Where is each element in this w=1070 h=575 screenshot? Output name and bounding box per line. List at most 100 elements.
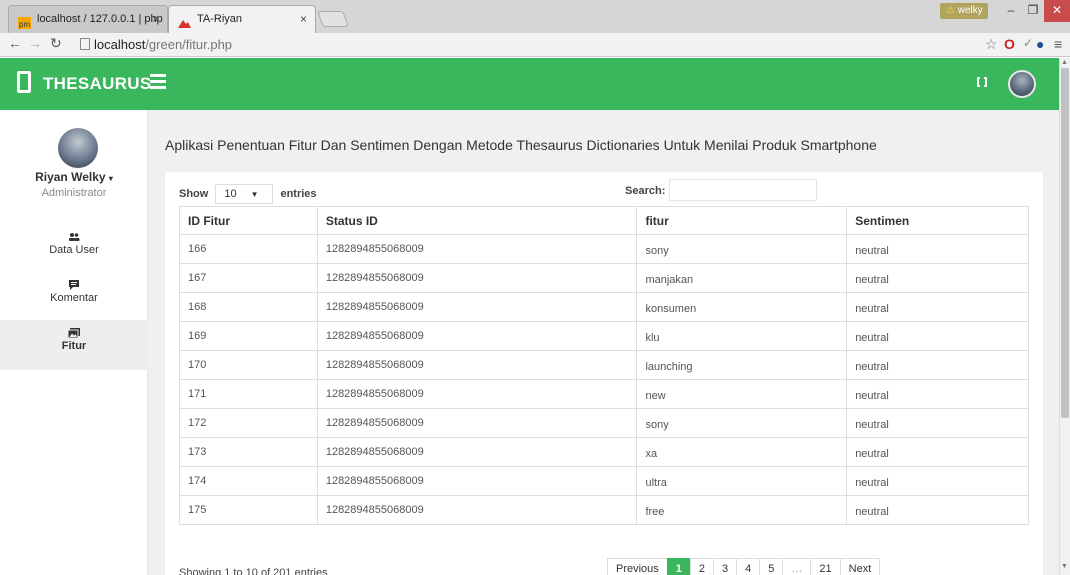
- sidebar-item-data-user[interactable]: Data User: [0, 224, 148, 274]
- pagination-page-3[interactable]: 3: [713, 558, 738, 575]
- address-bar[interactable]: localhost/green/fitur.php: [80, 35, 940, 55]
- window-close-button[interactable]: ✕: [1044, 0, 1070, 22]
- column-header-fitur[interactable]: fitur: [636, 206, 848, 235]
- pagination-previous[interactable]: Previous: [607, 558, 668, 575]
- fullscreen-icon[interactable]: [977, 76, 987, 88]
- scroll-up-icon[interactable]: ▲: [1061, 59, 1068, 66]
- check-icon[interactable]: ✓: [1023, 36, 1033, 50]
- pagination-page-5[interactable]: 5: [759, 558, 784, 575]
- pagination-page-1[interactable]: 1: [666, 558, 691, 575]
- cell-id-fitur: 169: [179, 321, 318, 351]
- scrollbar-thumb[interactable]: [1061, 68, 1069, 418]
- browser-toolbar: ← → ↻ localhost/green/fitur.php ☆ O ✓ ● …: [0, 33, 1070, 57]
- table-row: 173 1282894855068009 xa neutral: [179, 437, 1029, 467]
- column-header-status-id[interactable]: Status ID: [316, 206, 638, 235]
- star-icon[interactable]: ☆: [985, 36, 998, 53]
- length-show-label: Show: [179, 187, 209, 200]
- table-row: 174 1282894855068009 ultra neutral: [179, 466, 1029, 496]
- pagination-page-2[interactable]: 2: [689, 558, 715, 575]
- pagination-page-4[interactable]: 4: [736, 558, 761, 575]
- table-row: 167 1282894855068009 manjakan neutral: [179, 263, 1029, 293]
- users-icon: [68, 232, 80, 242]
- cell-sentimen: neutral: [846, 350, 1029, 380]
- length-entries-label: entries: [280, 187, 317, 200]
- cell-id-fitur: 174: [179, 466, 318, 496]
- table-row: 175 1282894855068009 free neutral: [179, 495, 1029, 525]
- browser-tab-ta-riyan[interactable]: TA-Riyan ×: [168, 5, 316, 33]
- page-title: Aplikasi Penentuan Fitur Dan Sentimen De…: [165, 137, 877, 153]
- cell-sentimen: neutral: [846, 379, 1029, 409]
- pagination-page-21[interactable]: 21: [810, 558, 841, 575]
- cell-fitur: konsumen: [636, 292, 848, 322]
- cell-sentimen: neutral: [846, 437, 1029, 467]
- column-header-sentimen[interactable]: Sentimen: [846, 206, 1029, 235]
- url-path: /green/fitur.php: [145, 37, 233, 52]
- table-header-row: ID Fitur Status ID fitur Sentimen: [179, 206, 1029, 235]
- opera-icon[interactable]: O: [1004, 36, 1015, 52]
- browser-tab-phpmyadmin[interactable]: pm localhost / 127.0.0.1 | php ×: [8, 5, 168, 33]
- caret-down-icon: ▾: [108, 174, 113, 183]
- comment-icon: [68, 280, 80, 290]
- cell-sentimen: neutral: [846, 408, 1029, 438]
- sidebar-item-label: Data User: [49, 244, 99, 256]
- cell-sentimen: neutral: [846, 292, 1029, 322]
- close-tab-icon[interactable]: ×: [152, 6, 159, 32]
- table-row: 166 1282894855068009 sony neutral: [179, 234, 1029, 264]
- search-input[interactable]: [669, 179, 817, 201]
- search-label: Search:: [625, 185, 666, 197]
- new-tab-button[interactable]: [317, 11, 349, 27]
- user-name: Riyan Welky: [35, 170, 106, 184]
- table-row: 168 1282894855068009 konsumen neutral: [179, 292, 1029, 322]
- pagination-next[interactable]: Next: [839, 558, 881, 575]
- header-avatar[interactable]: [1008, 70, 1036, 98]
- page-icon: [80, 38, 90, 50]
- cell-status-id: 1282894855068009: [316, 495, 638, 525]
- cell-id-fitur: 170: [179, 350, 318, 380]
- cell-fitur: sony: [636, 408, 848, 438]
- reload-icon[interactable]: ↻: [50, 35, 62, 52]
- hamburger-menu-icon[interactable]: [150, 74, 166, 89]
- table-row: 172 1282894855068009 sony neutral: [179, 408, 1029, 438]
- select-value: 10: [224, 188, 237, 200]
- minimize-button[interactable]: –: [1000, 0, 1022, 22]
- back-icon[interactable]: ←: [8, 35, 22, 51]
- cell-status-id: 1282894855068009: [316, 350, 638, 380]
- cell-id-fitur: 173: [179, 437, 318, 467]
- sidebar-item-label: Fitur: [61, 340, 87, 352]
- extension-icon[interactable]: ●: [1036, 36, 1044, 52]
- cell-status-id: 1282894855068009: [316, 321, 638, 351]
- brand-title[interactable]: THESAURUS: [43, 74, 152, 94]
- cell-id-fitur: 166: [179, 234, 318, 264]
- forward-icon[interactable]: →: [28, 35, 42, 51]
- pagination: Previous 1 2 3 4 5 … 21 Next: [607, 558, 881, 575]
- cell-status-id: 1282894855068009: [316, 263, 638, 293]
- user-name-dropdown[interactable]: Riyan Welky ▾: [0, 170, 148, 184]
- cell-sentimen: neutral: [846, 495, 1029, 525]
- chrome-menu-icon[interactable]: ≡: [1054, 36, 1062, 52]
- page-scrollbar[interactable]: ▲ ▼: [1059, 58, 1070, 575]
- cell-status-id: 1282894855068009: [316, 437, 638, 467]
- close-tab-icon[interactable]: ×: [300, 6, 307, 32]
- mountain-icon: [178, 13, 191, 28]
- cell-id-fitur: 172: [179, 408, 318, 438]
- cell-sentimen: neutral: [846, 263, 1029, 293]
- sidebar-item-komentar[interactable]: Komentar: [0, 272, 148, 322]
- sidebar-item-fitur[interactable]: Fitur: [0, 320, 148, 370]
- table-row: 171 1282894855068009 new neutral: [179, 379, 1029, 409]
- main-content: Aplikasi Penentuan Fitur Dan Sentimen De…: [148, 110, 1059, 575]
- user-role: Administrator: [41, 187, 107, 199]
- cell-fitur: klu: [636, 321, 848, 351]
- column-header-id-fitur[interactable]: ID Fitur: [179, 206, 318, 235]
- cell-fitur: ultra: [636, 466, 848, 496]
- browser-profile-badge[interactable]: ⚠ welky: [940, 3, 988, 19]
- cell-fitur: free: [636, 495, 848, 525]
- phpmyadmin-icon: pm: [18, 13, 31, 29]
- scroll-down-icon[interactable]: ▼: [1061, 563, 1068, 570]
- restore-button[interactable]: ❐: [1022, 0, 1044, 22]
- browser-tab-strip: pm localhost / 127.0.0.1 | php × TA-Riya…: [0, 0, 1070, 33]
- entries-length-control: Show 10 ▼ entries: [179, 184, 317, 204]
- mobile-phone-icon: [17, 71, 31, 93]
- warning-icon: ⚠: [946, 5, 955, 16]
- entries-per-page-select[interactable]: 10 ▼: [215, 184, 274, 204]
- cell-status-id: 1282894855068009: [316, 379, 638, 409]
